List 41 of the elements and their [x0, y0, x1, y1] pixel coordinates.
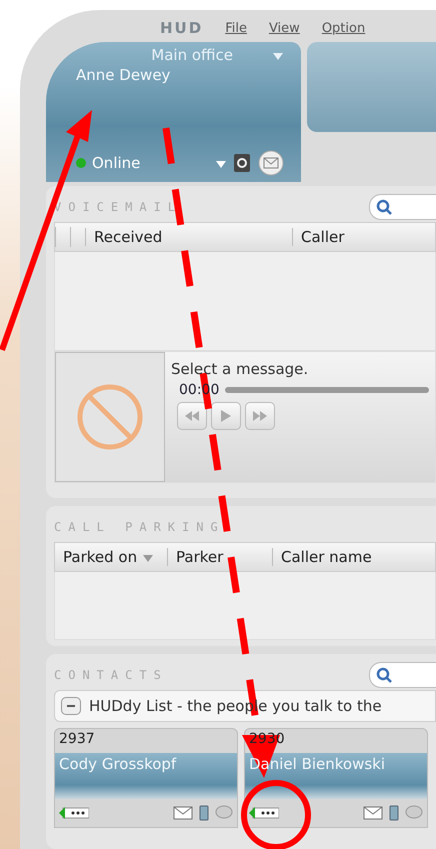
panel-title: CALL PARKING	[54, 520, 225, 534]
play-icon	[221, 410, 231, 422]
phone-arrow-icon[interactable]	[59, 806, 89, 820]
contact-name: Cody Grosskopf	[59, 755, 176, 773]
column-header[interactable]: Received	[85, 228, 292, 246]
no-entry-icon	[75, 382, 145, 452]
user-name: Anne Dewey	[76, 66, 172, 84]
contact-card[interactable]: 2937 Cody Grosskopf	[54, 728, 238, 828]
panel-title: CONTACTS	[54, 668, 168, 682]
column-header[interactable]: Caller	[292, 228, 352, 246]
column-header[interactable]: Caller name	[272, 548, 380, 566]
fast-forward-icon	[253, 411, 267, 421]
panel-title: VOICEMAIL	[54, 200, 182, 214]
collapse-toggle[interactable]	[61, 697, 81, 715]
menu-item[interactable]: Option	[322, 20, 366, 36]
voicemail-status: Select a message.	[171, 360, 310, 378]
caret-icon	[216, 161, 226, 168]
q-icon[interactable]	[234, 154, 250, 172]
search-field[interactable]	[369, 194, 436, 220]
mobile-phone-icon[interactable]	[199, 805, 209, 821]
column-header[interactable]: Parked on	[55, 548, 167, 566]
menu-item[interactable]: View	[268, 20, 300, 36]
menu-item[interactable]: File	[225, 20, 247, 36]
fast-forward-button[interactable]	[245, 402, 275, 430]
search-field[interactable]	[369, 662, 436, 688]
email-icon[interactable]	[363, 806, 383, 820]
email-icon[interactable]	[173, 806, 193, 820]
phone-arrow-icon[interactable]	[249, 806, 279, 820]
sort-caret-icon	[143, 555, 154, 562]
search-icon	[376, 199, 392, 215]
rewind-icon	[185, 411, 199, 421]
envelope-icon[interactable]	[258, 150, 284, 176]
progress-track[interactable]	[225, 387, 429, 393]
column-header[interactable]: Parker	[167, 548, 272, 566]
mobile-phone-icon[interactable]	[389, 805, 399, 821]
app-logo: HUD	[160, 19, 204, 37]
play-button[interactable]	[211, 402, 241, 430]
extension-number: 2937	[58, 730, 96, 749]
caret-icon	[273, 53, 283, 60]
rewind-button[interactable]	[177, 402, 207, 430]
search-icon	[376, 667, 392, 683]
